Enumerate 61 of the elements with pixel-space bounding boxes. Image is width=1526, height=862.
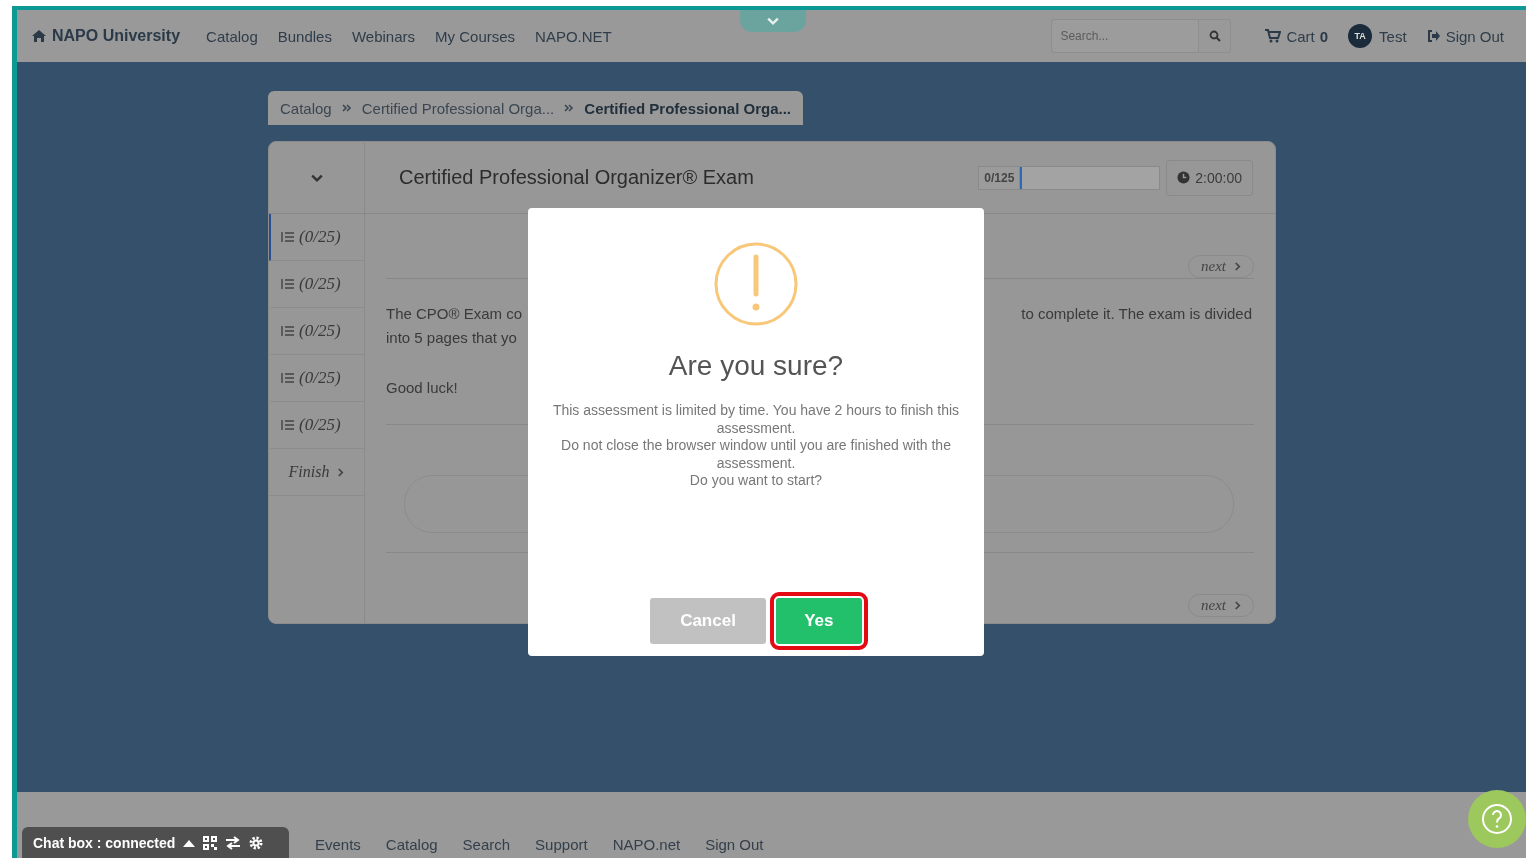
finish-link[interactable]: Finish — [269, 449, 364, 496]
brand-name[interactable]: NAPO University — [52, 27, 181, 45]
page-tab[interactable]: (0/25) — [269, 261, 364, 308]
footer-link[interactable]: Sign Out — [705, 836, 764, 853]
chevron-down-icon — [765, 15, 781, 27]
nav-link[interactable]: Webinars — [341, 27, 426, 45]
settings-icon[interactable] — [249, 835, 264, 850]
double-chevron-icon — [564, 103, 575, 113]
caret-up-icon[interactable] — [183, 838, 196, 847]
clock-icon — [1177, 171, 1191, 184]
cart-count: 0 — [1319, 27, 1329, 45]
nav-link[interactable]: NAPO.NET — [525, 27, 622, 45]
footer-link[interactable]: Support — [535, 836, 588, 853]
cart-icon — [1265, 29, 1282, 43]
page-tab[interactable]: (0/25) — [269, 308, 364, 355]
dialog-message: This assessment is limited by time. You have 2 hours to finish this assessment. — [551, 402, 961, 437]
closing-text: Good luck! — [386, 378, 459, 398]
timer: 2:00:00 — [1195, 169, 1242, 186]
nav-link[interactable]: Catalog — [196, 27, 268, 45]
footer-link[interactable]: NAPO.net — [612, 836, 681, 853]
cart-link[interactable]: Cart — [1286, 27, 1315, 45]
breadcrumb-link[interactable]: Certified Professional Orga... — [361, 99, 555, 117]
search-button[interactable] — [1199, 19, 1232, 53]
footer-link[interactable]: Events — [315, 836, 361, 853]
user-name[interactable]: Test — [1377, 27, 1407, 45]
progress-reading: 0/125 — [983, 170, 1016, 185]
search-field[interactable]: Search... — [1051, 19, 1200, 53]
intro-text: to complete it. The exam is divided — [1021, 304, 1252, 324]
footer-link[interactable]: Search — [462, 836, 511, 853]
chevron-right-icon — [337, 467, 345, 477]
home-icon — [31, 29, 47, 43]
dialog-message: Do not close the browser window until you are finished with the assessment. — [560, 437, 952, 472]
sign-out-link[interactable]: Sign Out — [1445, 27, 1504, 45]
dialog-title: Are you sure? — [668, 350, 844, 382]
list-icon — [281, 231, 295, 243]
breadcrumb-link[interactable]: Certified Professional Orga... — [584, 99, 791, 117]
warning-icon — [714, 242, 798, 326]
list-icon — [281, 419, 295, 431]
chevron-right-icon — [1234, 601, 1241, 610]
page-tab[interactable]: (0/25) — [269, 402, 364, 449]
dialog-message: Do you want to start? — [688, 472, 824, 490]
sign-out-icon — [1426, 30, 1441, 42]
footer-link[interactable]: Catalog — [385, 836, 438, 853]
swap-arrows-icon[interactable] — [225, 835, 242, 850]
help-icon[interactable] — [1468, 790, 1526, 848]
intro-text: into 5 pages that yo — [386, 328, 518, 348]
page-tab[interactable]: (0/25) — [269, 355, 364, 402]
page-tab[interactable]: (0/25) — [269, 214, 364, 261]
exam-title: Certified Professional Organizer® Exam — [399, 166, 755, 189]
qr-code-icon[interactable] — [203, 835, 218, 850]
breadcrumb-link[interactable]: Catalog — [280, 99, 332, 117]
chevron-right-icon — [1234, 262, 1241, 271]
search-icon — [1208, 30, 1221, 42]
nav-link[interactable]: My Courses — [425, 27, 526, 45]
double-chevron-icon — [341, 103, 352, 113]
list-icon — [281, 278, 295, 290]
list-icon — [281, 325, 295, 337]
nav-link[interactable]: Bundles — [267, 27, 342, 45]
list-icon — [281, 372, 295, 384]
intro-text: The CPO® Exam co — [386, 304, 523, 324]
user-avatar[interactable]: TA — [1348, 24, 1373, 48]
